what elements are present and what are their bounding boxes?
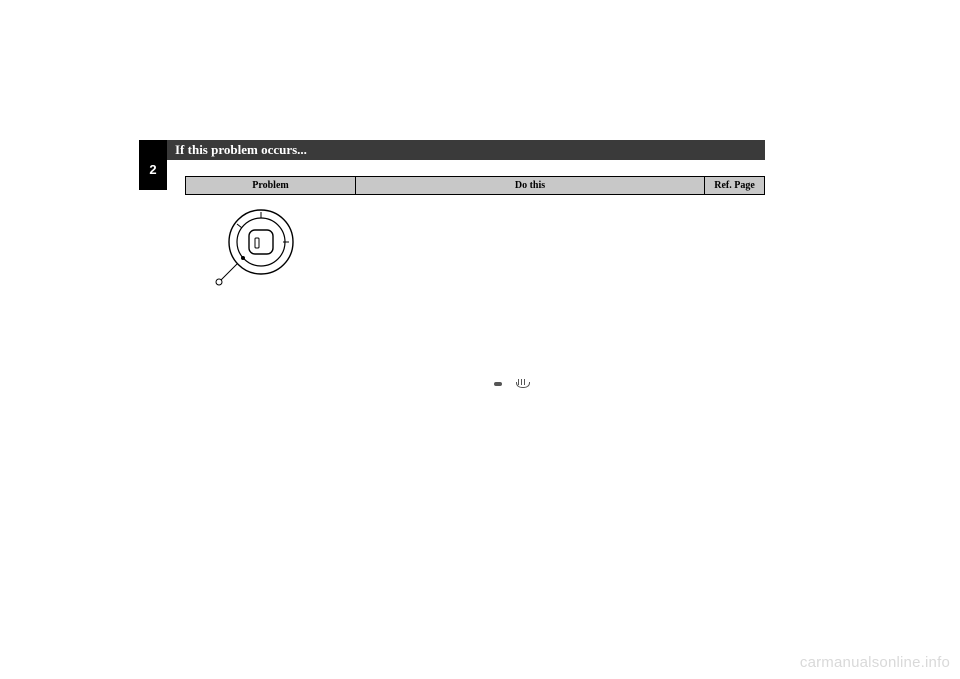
section-header-bar: If this problem occurs... (167, 140, 765, 160)
table-header-row: Problem Do this Ref. Page (186, 177, 765, 195)
col-header-do-this: Do this (356, 177, 705, 195)
ignition-switch-diagram (199, 202, 309, 312)
left-margin-strip (167, 160, 185, 530)
chapter-number: 2 (139, 162, 167, 177)
chapter-tab: 2 (139, 140, 167, 190)
section-title: If this problem occurs... (175, 142, 307, 158)
defrost-icon (516, 380, 528, 388)
ignition-switch-icon (199, 202, 309, 312)
indicator-dash-icon (494, 382, 502, 386)
watermark-text: carmanualsonline.info (800, 654, 950, 671)
manual-page: 2 If this problem occurs... Problem Do t… (0, 0, 960, 679)
col-header-problem: Problem (186, 177, 356, 195)
col-header-ref-page: Ref. Page (705, 177, 765, 195)
troubleshoot-table: Problem Do this Ref. Page (185, 176, 765, 195)
center-indicator-icons (494, 378, 554, 390)
content-area: 2 If this problem occurs... Problem Do t… (139, 140, 765, 530)
